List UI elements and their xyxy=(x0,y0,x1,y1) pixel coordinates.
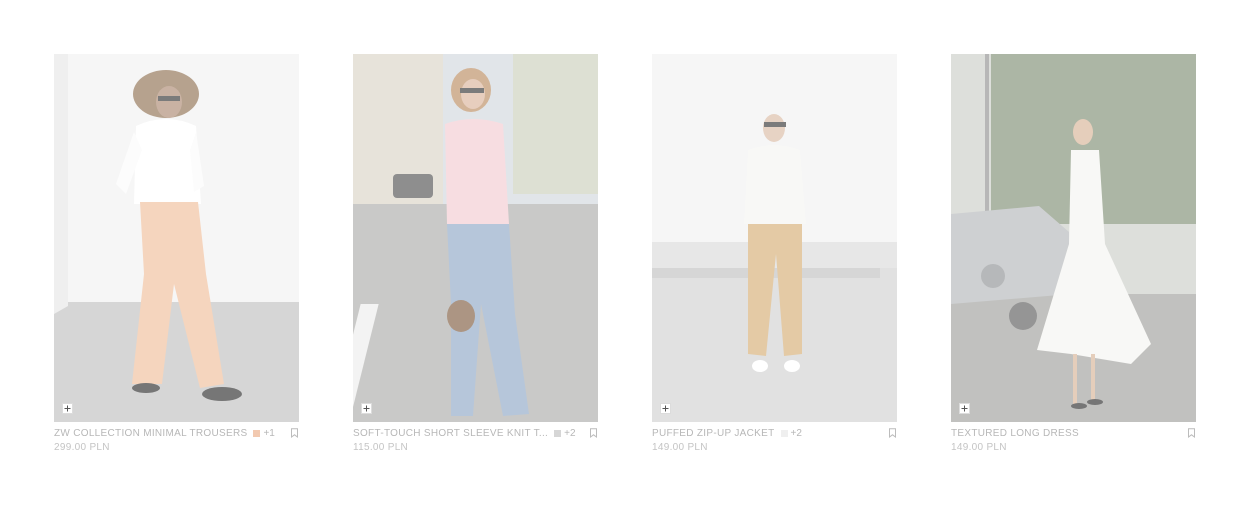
product-image[interactable] xyxy=(652,54,897,422)
product-image[interactable] xyxy=(353,54,598,422)
product-image[interactable] xyxy=(54,54,299,422)
color-swatches[interactable]: +2 xyxy=(554,427,576,439)
bookmark-icon xyxy=(590,428,597,438)
color-swatches[interactable]: +2 xyxy=(780,427,802,439)
product-card[interactable]: PUFFED ZIP-UP JACKET +2 149.00 PLN xyxy=(652,54,897,461)
bookmark-button[interactable] xyxy=(1187,428,1196,438)
product-card[interactable]: TEXTURED LONG DRESS 149.00 PLN xyxy=(951,54,1196,461)
product-name[interactable]: SOFT-TOUCH SHORT SLEEVE KNIT T... xyxy=(353,428,548,439)
bookmark-button[interactable] xyxy=(589,428,598,438)
bookmark-icon xyxy=(291,428,298,438)
add-to-cart-button[interactable] xyxy=(959,403,970,414)
add-to-cart-button[interactable] xyxy=(361,403,372,414)
more-colors-count: +1 xyxy=(263,427,275,439)
color-swatches[interactable]: +1 xyxy=(253,427,275,439)
bookmark-icon xyxy=(889,428,896,438)
more-colors-count: +2 xyxy=(564,427,576,439)
bookmark-button[interactable] xyxy=(290,428,299,438)
product-name[interactable]: ZW COLLECTION MINIMAL TROUSERS xyxy=(54,428,247,439)
product-image[interactable] xyxy=(951,54,1196,422)
product-card[interactable]: ZW COLLECTION MINIMAL TROUSERS +1 299.00… xyxy=(54,54,299,461)
color-swatch[interactable] xyxy=(554,429,562,437)
plus-icon xyxy=(64,405,71,412)
product-price: 115.00 PLN xyxy=(353,442,409,453)
product-name[interactable]: TEXTURED LONG DRESS xyxy=(951,428,1079,439)
bookmark-button[interactable] xyxy=(888,428,897,438)
plus-icon xyxy=(363,405,370,412)
color-swatch[interactable] xyxy=(253,429,261,437)
product-info: SOFT-TOUCH SHORT SLEEVE KNIT T... +2 115… xyxy=(353,427,598,461)
plus-icon xyxy=(961,405,968,412)
plus-icon xyxy=(662,405,669,412)
more-colors-count: +2 xyxy=(790,427,802,439)
product-card[interactable]: SOFT-TOUCH SHORT SLEEVE KNIT T... +2 115… xyxy=(353,54,598,461)
product-info: TEXTURED LONG DRESS 149.00 PLN xyxy=(951,427,1196,461)
product-grid: ZW COLLECTION MINIMAL TROUSERS +1 299.00… xyxy=(0,0,1250,508)
product-price: 149.00 PLN xyxy=(652,442,708,453)
product-info: ZW COLLECTION MINIMAL TROUSERS +1 299.00… xyxy=(54,427,299,461)
bookmark-icon xyxy=(1188,428,1195,438)
product-name[interactable]: PUFFED ZIP-UP JACKET xyxy=(652,428,775,439)
product-info: PUFFED ZIP-UP JACKET +2 149.00 PLN xyxy=(652,427,897,461)
product-price: 299.00 PLN xyxy=(54,442,110,453)
color-swatch[interactable] xyxy=(780,429,788,437)
product-price: 149.00 PLN xyxy=(951,442,1007,453)
add-to-cart-button[interactable] xyxy=(660,403,671,414)
add-to-cart-button[interactable] xyxy=(62,403,73,414)
